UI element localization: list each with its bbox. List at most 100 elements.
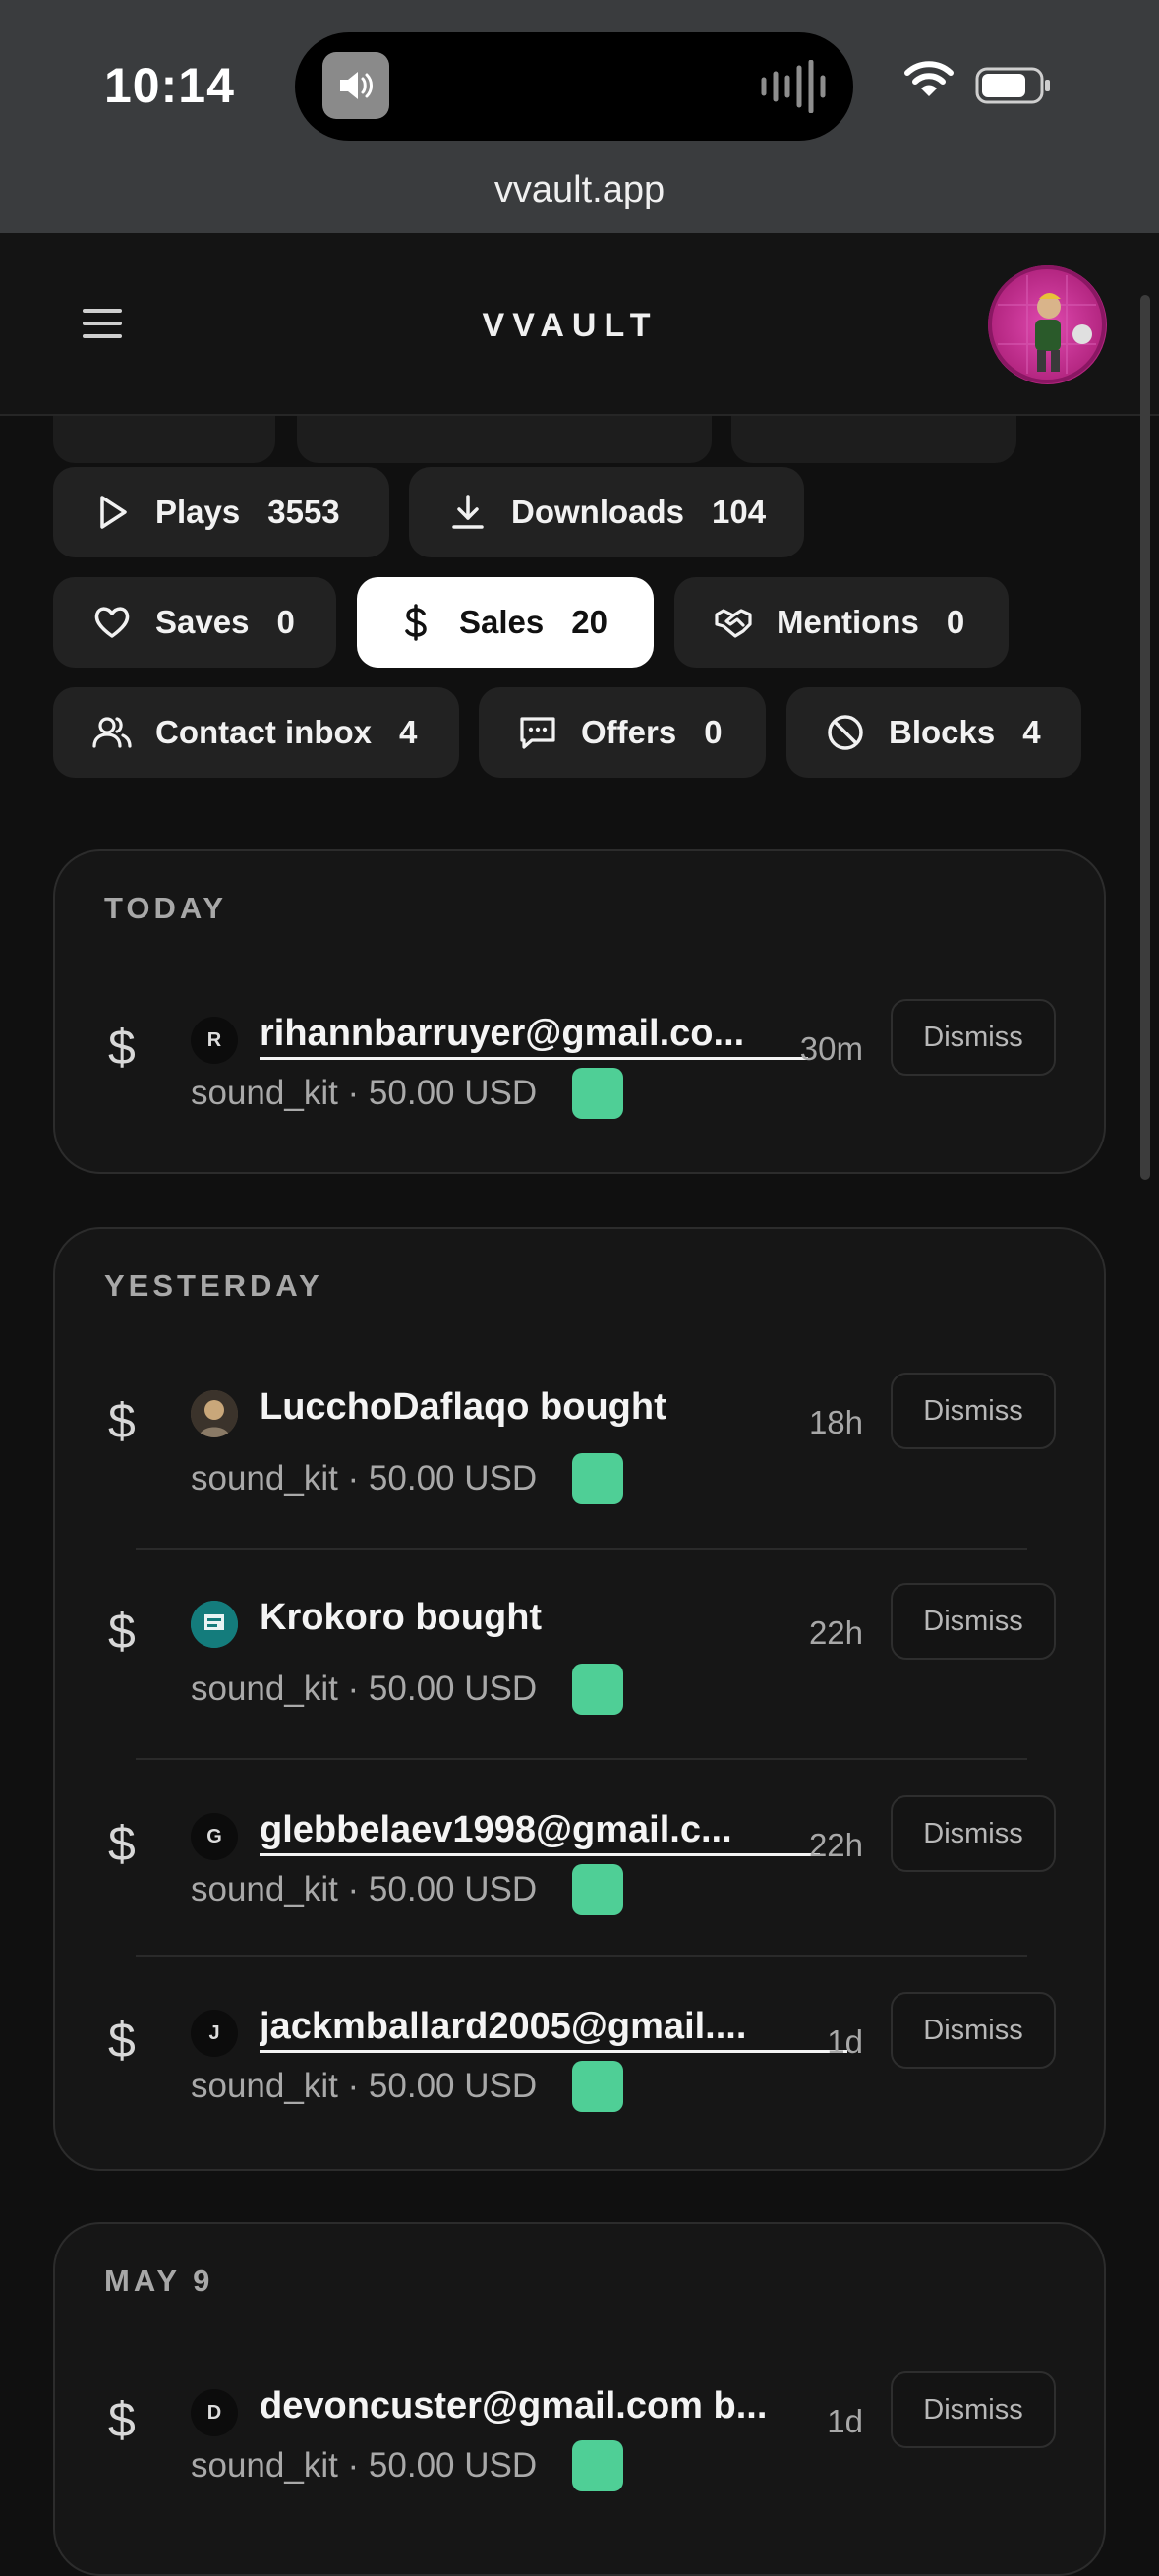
chip-downloads[interactable]: Downloads 104: [409, 467, 804, 557]
buyer-name[interactable]: rihannbarruyer@gmail.co...: [260, 1013, 808, 1060]
dollar-icon: $: [108, 1393, 136, 1448]
time-ago: 22h: [808, 1614, 863, 1651]
wifi-icon: [904, 61, 954, 96]
chip-plays[interactable]: Plays 3553: [53, 467, 389, 557]
group-title: MAY 9: [104, 2263, 214, 2298]
dollar-icon: $: [108, 1816, 136, 1871]
group-card-today: TODAY $ R rihannbarruyer@gmail.co... sou…: [53, 849, 1106, 1174]
chip-count: 4: [399, 714, 418, 750]
handshake-icon: [715, 609, 752, 638]
divider: [136, 1955, 1027, 1957]
download-icon: [452, 495, 484, 529]
list-item[interactable]: $ G glebbelaev1998@gmail.c... sound_kit …: [55, 1795, 1108, 1947]
list-item[interactable]: $ LucchoDaflaqo bought sound_kit · 50.00…: [55, 1373, 1108, 1524]
group-title: YESTERDAY: [104, 1268, 323, 1303]
chip-sales[interactable]: Sales 20: [357, 577, 654, 668]
divider: [136, 1758, 1027, 1760]
divider: [136, 1548, 1027, 1550]
buyer-name[interactable]: devoncuster@gmail.com: [260, 2385, 703, 2428]
scrolled-chip: [53, 416, 275, 463]
sale-detail: sound_kit · 50.00 USD: [191, 2446, 538, 2485]
sale-detail: sound_kit · 50.00 USD: [191, 2067, 538, 2105]
time-ago: 30m: [799, 1030, 863, 1067]
chip-label: Mentions: [777, 604, 919, 640]
status-time: 10:14: [104, 58, 235, 113]
item-cover: [572, 1068, 623, 1119]
chip-count: 4: [1022, 714, 1041, 750]
group-title: TODAY: [104, 891, 228, 925]
chip-count: 0: [704, 714, 723, 750]
list-item[interactable]: $ J jackmballard2005@gmail.... sound_kit…: [55, 1992, 1108, 2143]
dynamic-island: [295, 32, 853, 141]
chip-label: Blocks: [889, 714, 996, 750]
dismiss-button[interactable]: Dismiss: [891, 1373, 1056, 1449]
group-card-yesterday: YESTERDAY $ LucchoDaflaqo bought sound_k…: [53, 1227, 1106, 2171]
list-item[interactable]: $ Krokoro bought sound_kit · 50.00 USD 2…: [55, 1583, 1108, 1734]
buyer-name-suffix: b...: [702, 2385, 768, 2427]
avatar-figure-icon: [988, 265, 1106, 383]
chip-label: Downloads: [511, 494, 685, 530]
avatar: [191, 1601, 238, 1648]
item-cover: [572, 2440, 623, 2491]
avatar: [191, 1390, 238, 1437]
battery-icon: [975, 67, 1050, 104]
time-ago: 18h: [808, 1404, 863, 1440]
chip-label: Contact inbox: [155, 714, 372, 750]
browser-url[interactable]: vvault.app: [0, 169, 1159, 211]
chip-label: Plays: [155, 494, 241, 530]
dismiss-button[interactable]: Dismiss: [891, 1992, 1056, 2069]
chip-label: Saves: [155, 604, 250, 640]
users-icon: [92, 717, 132, 748]
profile-avatar[interactable]: [988, 265, 1107, 384]
page-scrollbar[interactable]: [1140, 295, 1150, 1180]
list-item[interactable]: $ D devoncuster@gmail.com b... sound_kit…: [55, 2371, 1108, 2523]
sale-detail: sound_kit · 50.00 USD: [191, 1459, 538, 1497]
app-logo[interactable]: VVAULT: [0, 307, 1140, 345]
avatar: G: [191, 1813, 238, 1860]
dismiss-button[interactable]: Dismiss: [891, 999, 1056, 1076]
message-icon: [520, 717, 555, 749]
chip-count: 0: [276, 604, 295, 640]
chip-label: Offers: [581, 714, 677, 750]
scrolled-chip: [297, 416, 712, 463]
dismiss-button[interactable]: Dismiss: [891, 1583, 1056, 1660]
time-ago: 1d: [827, 2403, 863, 2439]
dismiss-button[interactable]: Dismiss: [891, 2371, 1056, 2448]
sale-detail: sound_kit · 50.00 USD: [191, 1669, 538, 1708]
chip-blocks[interactable]: Blocks 4: [786, 687, 1081, 778]
dismiss-button[interactable]: Dismiss: [891, 1795, 1056, 1872]
buyer-name[interactable]: jackmballard2005@gmail....: [260, 2006, 847, 2053]
audio-wave-icon: [761, 60, 826, 113]
sale-detail: sound_kit · 50.00 USD: [191, 1074, 538, 1112]
chip-count: 0: [946, 604, 965, 640]
sale-detail: sound_kit · 50.00 USD: [191, 1870, 538, 1908]
chip-offers[interactable]: Offers 0: [479, 687, 766, 778]
dollar-icon: $: [108, 2013, 136, 2068]
group-card-may-9: MAY 9 $ D devoncuster@gmail.com b... sou…: [53, 2222, 1106, 2576]
dollar-icon: $: [108, 1604, 136, 1659]
item-cover: [572, 2061, 623, 2112]
dollar-icon: $: [108, 2392, 136, 2447]
play-icon: [100, 496, 127, 529]
buyer-name[interactable]: LucchoDaflaqo bought: [260, 1386, 666, 1429]
dollar-icon: [405, 604, 427, 641]
list-item[interactable]: $ R rihannbarruyer@gmail.co... sound_kit…: [55, 999, 1108, 1150]
app-header: VVAULT: [0, 233, 1159, 416]
chip-mentions[interactable]: Mentions 0: [674, 577, 1009, 668]
time-ago: 22h: [808, 1827, 863, 1863]
chip-count: 104: [712, 494, 767, 530]
avatar: R: [191, 1017, 238, 1064]
dollar-icon: $: [108, 1020, 136, 1075]
item-cover: [572, 1664, 623, 1715]
logo-avatar-icon: [191, 1601, 238, 1648]
item-cover: [572, 1864, 623, 1915]
chip-contact-inbox[interactable]: Contact inbox 4: [53, 687, 459, 778]
avatar: J: [191, 2010, 238, 2057]
chip-count: 20: [571, 604, 608, 640]
buyer-name[interactable]: glebbelaev1998@gmail.c...: [260, 1809, 820, 1856]
buyer-name[interactable]: Krokoro bought: [260, 1597, 542, 1639]
buyer-name-wrap: devoncuster@gmail.com b...: [260, 2385, 767, 2428]
time-ago: 1d: [827, 2023, 863, 2060]
chip-saves[interactable]: Saves 0: [53, 577, 336, 668]
chip-label: Sales: [459, 604, 545, 640]
